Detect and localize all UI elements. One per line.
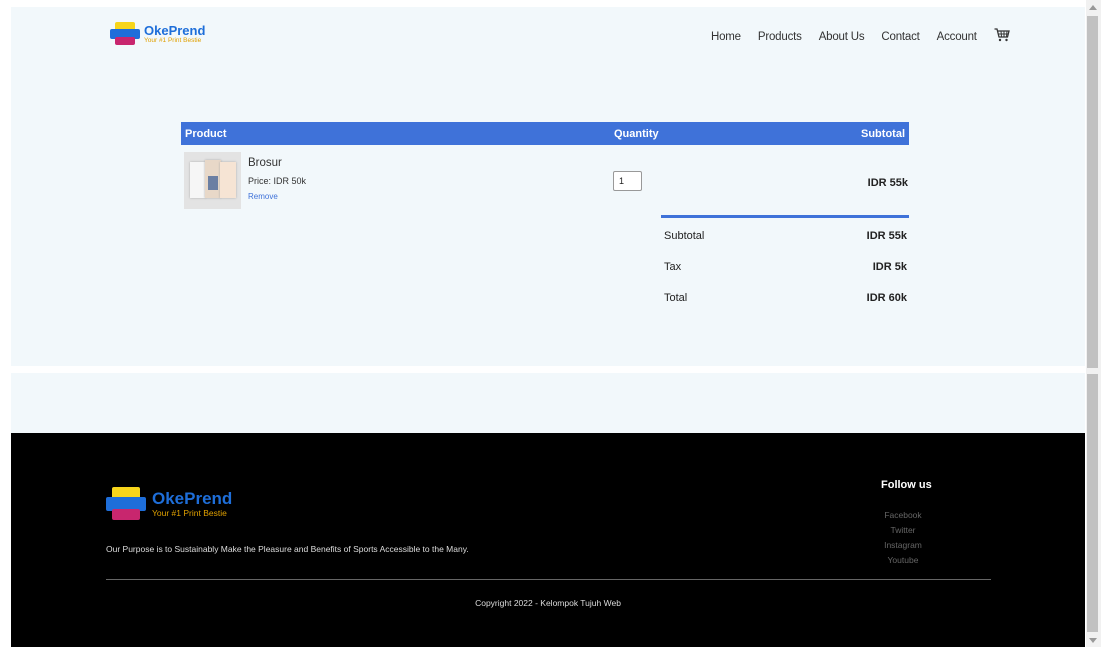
header-product: Product (185, 128, 227, 140)
remove-link[interactable]: Remove (248, 192, 278, 201)
scrollbar[interactable] (1086, 0, 1101, 647)
product-price: Price: IDR 50k (248, 176, 307, 186)
social-instagram[interactable]: Instagram (884, 538, 922, 553)
summary-value: IDR 5k (872, 261, 907, 273)
brand-name: OkePrend (144, 22, 206, 38)
page-content-lower (11, 373, 1085, 433)
quantity-input[interactable] (613, 171, 642, 191)
summary-value: IDR 55k (866, 230, 907, 242)
footer-logo[interactable]: OkePrend Your #1 Print Bestie (106, 487, 232, 521)
footer-purpose: Our Purpose is to Sustainably Make the P… (106, 544, 469, 554)
page-content (11, 7, 1085, 366)
footer-brand-name: OkePrend (152, 489, 233, 509)
summary-row-tax: Tax IDR 5k (661, 249, 909, 280)
nav-products[interactable]: Products (758, 31, 802, 43)
summary-label: Tax (664, 261, 682, 273)
scroll-up-icon[interactable] (1089, 5, 1097, 10)
footer: OkePrend Your #1 Print Bestie Our Purpos… (11, 433, 1085, 647)
header-logo[interactable]: OkePrend Your #1 Print Bestie (110, 22, 205, 46)
footer-brand-tagline: Your #1 Print Bestie (152, 508, 227, 519)
brand-tagline: Your #1 Print Bestie (144, 36, 202, 44)
social-youtube[interactable]: Youtube (888, 553, 919, 568)
cart-summary: Subtotal IDR 55k Tax IDR 5k Total IDR 60… (661, 215, 909, 311)
copyright: Copyright 2022 - Kelompok Tujuh Web (475, 598, 621, 608)
scroll-thumb-lower[interactable] (1087, 374, 1098, 632)
cart-table-header: Product Quantity Subtotal (181, 122, 909, 145)
scroll-down-icon[interactable] (1089, 638, 1097, 643)
printer-logo-icon (106, 487, 146, 521)
nav-contact[interactable]: Contact (881, 31, 919, 43)
main-nav: Home Products About Us Contact Account (711, 28, 1010, 44)
summary-label: Subtotal (664, 230, 705, 242)
line-subtotal: IDR 55k (867, 177, 908, 189)
nav-account[interactable]: Account (937, 31, 977, 43)
summary-label: Total (664, 292, 688, 304)
summary-value: IDR 60k (866, 292, 907, 304)
product-name: Brosur (248, 157, 282, 169)
cart-icon[interactable] (994, 28, 1010, 42)
follow-us-title: Follow us (881, 479, 932, 491)
nav-home[interactable]: Home (711, 31, 741, 43)
printer-logo-icon (110, 22, 140, 46)
social-links: Facebook Twitter Instagram Youtube (851, 508, 955, 568)
summary-row-total: Total IDR 60k (661, 280, 909, 311)
product-thumbnail (184, 152, 241, 209)
social-twitter[interactable]: Twitter (890, 523, 915, 538)
footer-divider (106, 579, 991, 580)
scroll-thumb[interactable] (1087, 16, 1098, 368)
nav-about-us[interactable]: About Us (819, 31, 865, 43)
summary-row-subtotal: Subtotal IDR 55k (661, 218, 909, 249)
social-facebook[interactable]: Facebook (884, 508, 921, 523)
header-quantity: Quantity (614, 128, 659, 140)
header-subtotal: Subtotal (861, 128, 905, 140)
